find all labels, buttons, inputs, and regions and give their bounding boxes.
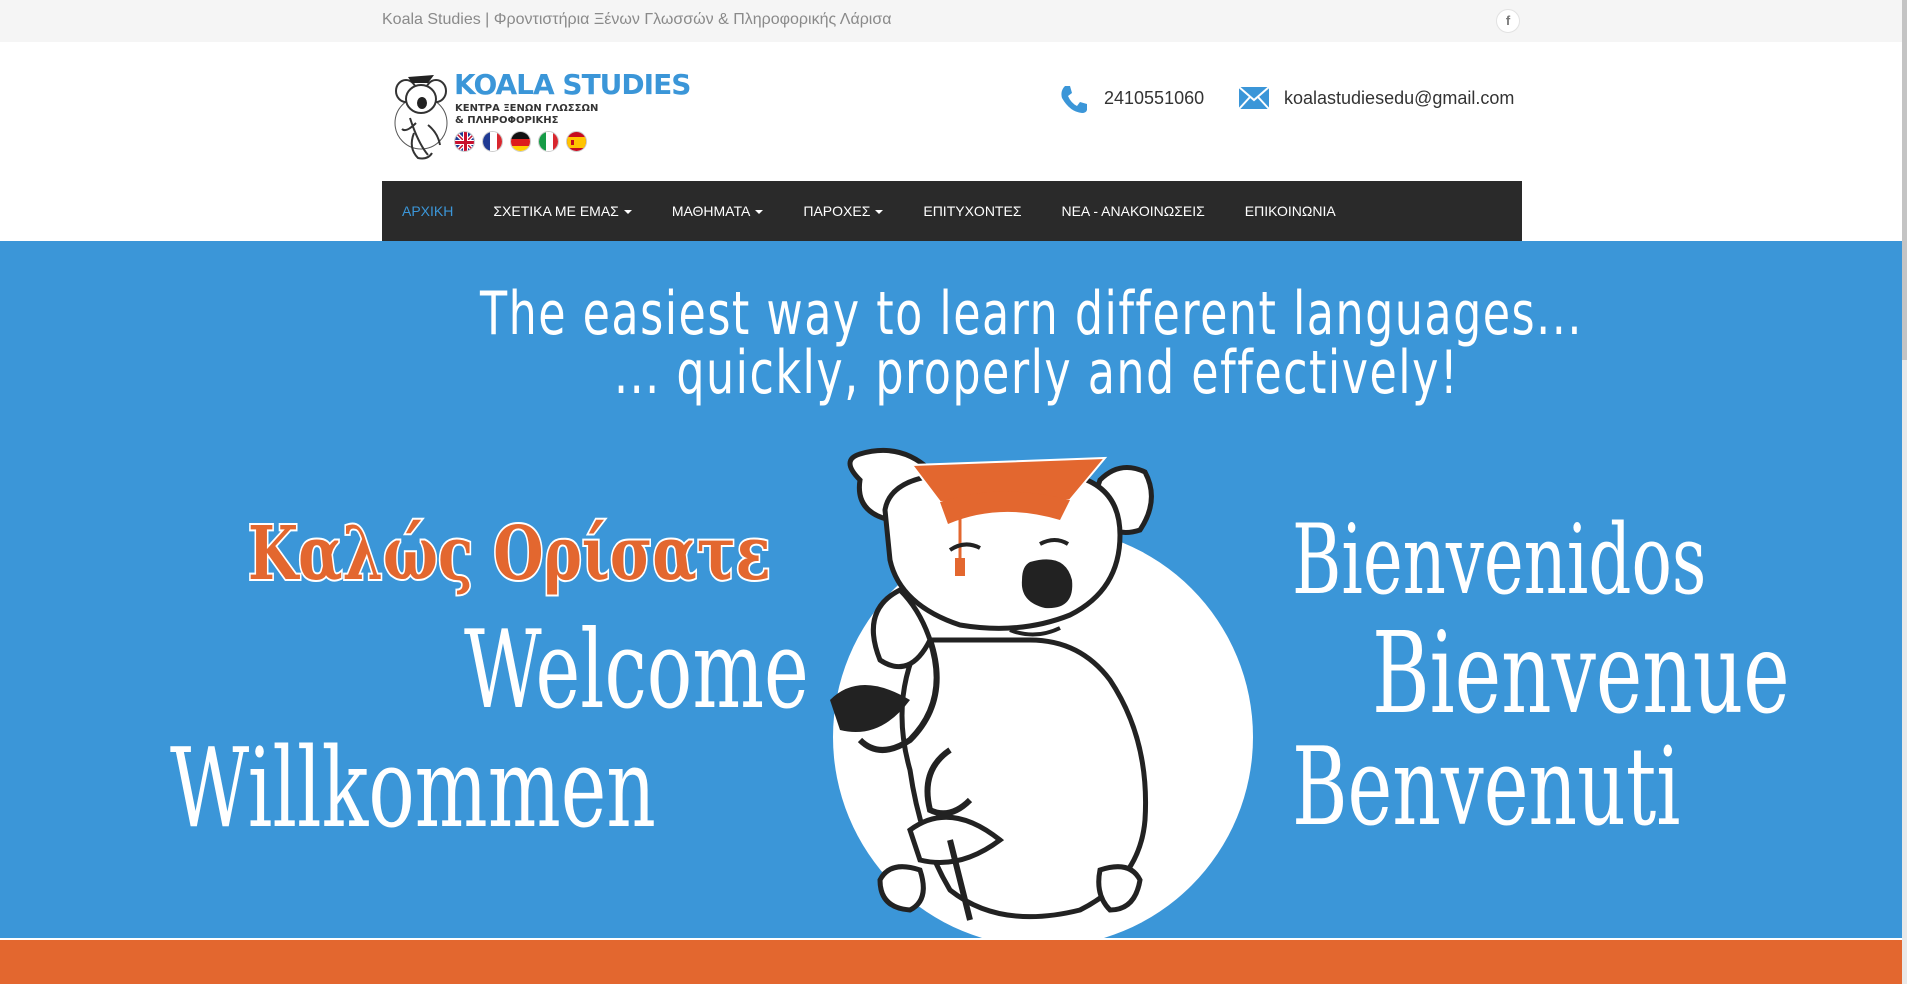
facebook-icon[interactable]: f bbox=[1496, 9, 1520, 33]
koala-logo-icon bbox=[394, 75, 448, 160]
greeting-greek: Καλώς Ορίσατε bbox=[246, 509, 772, 599]
caret-down-icon bbox=[623, 210, 632, 215]
site-header bbox=[0, 42, 1907, 181]
italy-flag-icon bbox=[538, 131, 559, 152]
greeting-english: Welcome bbox=[464, 608, 809, 733]
nav-item-about[interactable]: ΣΧΕΤΙΚΑ ΜΕ ΕΜΑΣ bbox=[473, 181, 651, 241]
phone-number: 2410551060 bbox=[1104, 88, 1205, 108]
germany-flag-icon bbox=[510, 131, 531, 152]
nav-item-label: ΜΑΘΗΜΑΤΑ bbox=[671, 203, 751, 219]
greeting-italian: Benvenuti bbox=[1292, 725, 1681, 850]
hero-banner: The easiest way to learn different langu… bbox=[0, 241, 1907, 938]
nav-item-label: ΣΧΕΤΙΚΑ ΜΕ ΕΜΑΣ bbox=[493, 203, 619, 219]
caret-down-icon bbox=[755, 210, 764, 215]
top-bar: Koala Studies | Φροντιστήρια Ξένων Γλωσσ… bbox=[0, 0, 1907, 42]
nav-item-contact[interactable]: ΕΠΙΚΟΙΝΩΝΙΑ bbox=[1225, 181, 1356, 241]
greeting-french: Bienvenue bbox=[1372, 609, 1790, 739]
nav-item-successful[interactable]: ΕΠΙΤΥΧΟΝΤΕΣ bbox=[903, 181, 1041, 241]
nav-item-label: ΠΑΡΟΧΕΣ bbox=[803, 203, 871, 219]
uk-flag-icon bbox=[454, 131, 475, 152]
france-flag-icon bbox=[482, 131, 503, 152]
language-flags bbox=[454, 131, 587, 152]
site-tagline: Koala Studies | Φροντιστήρια Ξένων Γλωσσ… bbox=[382, 11, 892, 28]
site-logo[interactable]: KOALA STUDIES ΚΕΝΤΡΑ ΞΕΝΩΝ ΓΛΩΣΣΩΝ & ΠΛΗ… bbox=[388, 63, 691, 163]
greeting-spanish: Bienvenidos bbox=[1292, 504, 1707, 616]
nav-item-services[interactable]: ΠΑΡΟΧΕΣ bbox=[783, 181, 903, 241]
logo-subtitle-line-1: ΚΕΝΤΡΑ ΞΕΝΩΝ ΓΛΩΣΣΩΝ bbox=[455, 103, 599, 114]
logo-subtitle-line-2: & ΠΛΗΡΟΦΟΡΙΚΗΣ bbox=[455, 115, 559, 126]
main-nav: ΑΡΧΙΚΗ ΣΧΕΤΙΚΑ ΜΕ ΕΜΑΣ ΜΑΘΗΜΑΤΑ ΠΑΡΟΧΕΣ … bbox=[382, 181, 1522, 241]
koala-mascot-illustration bbox=[830, 447, 1253, 938]
nav-item-label: ΝΕΑ - ΑΝΑΚΟΙΝΩΣΕΙΣ bbox=[1061, 203, 1205, 219]
greeting-german: Willkommen bbox=[170, 724, 656, 852]
logo-subtitle: ΚΕΝΤΡΑ ΞΕΝΩΝ ΓΛΩΣΣΩΝ & ΠΛΗΡΟΦΟΡΙΚΗΣ bbox=[455, 103, 615, 127]
nav-item-courses[interactable]: ΜΑΘΗΜΑΤΑ bbox=[652, 181, 784, 241]
nav-item-news[interactable]: ΝΕΑ - ΑΝΑΚΟΙΝΩΣΕΙΣ bbox=[1041, 181, 1224, 241]
email-address: koalastudiesedu@gmail.com bbox=[1284, 88, 1515, 108]
nav-item-label: ΕΠΙΚΟΙΝΩΝΙΑ bbox=[1244, 203, 1336, 219]
hero-headline-2: ... quickly, properly and effectively! bbox=[614, 338, 1460, 408]
caret-down-icon bbox=[875, 210, 884, 215]
envelope-icon bbox=[1238, 86, 1270, 110]
nav-item-home[interactable]: ΑΡΧΙΚΗ bbox=[382, 181, 473, 241]
phone-icon bbox=[1061, 86, 1087, 113]
nav-item-label: ΑΡΧΙΚΗ bbox=[402, 203, 454, 219]
spain-flag-icon bbox=[566, 131, 587, 152]
logo-title: KOALA STUDIES bbox=[454, 68, 691, 101]
orange-section-band bbox=[0, 940, 1907, 984]
nav-item-label: ΕΠΙΤΥΧΟΝΤΕΣ bbox=[923, 203, 1022, 219]
scrollbar-thumb[interactable] bbox=[1902, 0, 1907, 360]
